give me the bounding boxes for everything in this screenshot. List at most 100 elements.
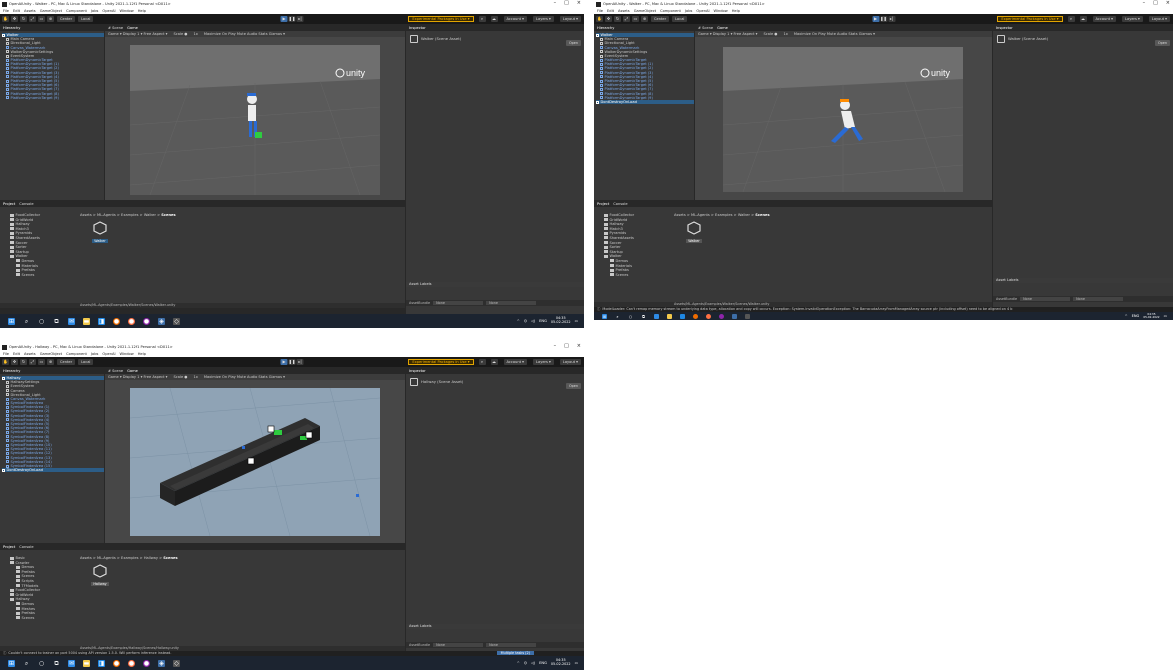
start-icon[interactable]: ⊞ [8,659,15,667]
transform-tool-icon[interactable]: ⊕ [47,359,54,365]
minimize-button[interactable]: – [554,343,557,349]
hand-tool-icon[interactable]: ✋ [596,16,603,22]
tab-project[interactable]: Project [597,202,609,206]
network-icon[interactable]: ⌬ [524,661,527,665]
game-view-options[interactable]: Maximize On Play Mute Audio Stats Gizmos… [794,32,875,36]
start-icon[interactable]: ⊞ [8,317,15,325]
taskview-icon[interactable]: ⧉ [53,660,60,667]
rect-tool-icon[interactable]: ▭ [38,16,45,22]
app-icon[interactable]: ◨ [98,317,105,325]
display-dropdown[interactable]: Game ▾ Display 1 ▾ Free Aspect ▾ [698,32,757,36]
project-folder[interactable]: Scenes [2,273,60,278]
asset-bundle-variant-dropdown[interactable]: None [1073,296,1124,302]
clock[interactable]: 04:35 05-02-2022 [551,659,571,666]
search-icon[interactable]: ⌕ [1067,16,1075,22]
tab-hierarchy[interactable]: Hierarchy [597,26,614,30]
account-dropdown[interactable]: Account ▾ [503,359,527,365]
search-icon[interactable]: ⌕ [23,318,30,325]
menu-edit[interactable]: Edit [607,9,614,13]
notification-icon[interactable]: ▭ [1164,314,1167,318]
unity-editor-icon[interactable]: ◇ [173,659,180,667]
hierarchy-item[interactable]: DontDestroyOnLoad [2,468,104,473]
menu-help[interactable]: Help [732,9,740,13]
project-folder[interactable]: Scenes [596,273,654,278]
search-icon[interactable]: ⌕ [23,660,30,667]
asset-bundle-variant-dropdown[interactable]: None [486,642,537,648]
minimize-button[interactable]: – [554,0,557,6]
pause-icon[interactable]: ❚❚ [288,16,296,22]
taskview-icon[interactable]: ⧉ [641,314,646,319]
asset-bundle-dropdown[interactable]: None [433,642,484,648]
close-button[interactable]: × [577,343,581,349]
scale-slider[interactable]: Scale ● [763,32,777,36]
collab-icon[interactable]: ☁ [1079,16,1087,22]
rotate-tool-icon[interactable]: ↻ [20,359,27,365]
layers-dropdown[interactable]: Layers ▾ [532,16,554,22]
scale-slider[interactable]: Scale ● [173,375,187,379]
asset-bundle-variant-dropdown[interactable]: None [486,300,537,306]
scale-tool-icon[interactable]: ⤢ [29,16,36,22]
menu-assets[interactable]: Assets [24,9,36,13]
display-dropdown[interactable]: Game ▾ Display 1 ▾ Free Aspect ▾ [108,32,167,36]
scale-tool-icon[interactable]: ⤢ [623,16,630,22]
menu-component[interactable]: Component [66,9,87,13]
game-view-options[interactable]: Maximize On Play Mute Audio Stats Gizmos… [204,375,285,379]
open-button[interactable]: Open [565,383,581,390]
close-button[interactable]: × [577,0,581,6]
unity-hub-icon[interactable] [732,313,737,319]
mail-icon[interactable]: ✉ [68,659,75,667]
rect-tool-icon[interactable]: ▭ [632,16,639,22]
hand-tool-icon[interactable]: ✋ [2,16,9,22]
unity-hub-icon[interactable]: ◈ [158,659,165,667]
window-titlebar[interactable]: OpenAIUnity - Walker - PC, Mac & Linux S… [594,0,1173,8]
cortana-icon[interactable]: ○ [38,660,45,667]
rotate-tool-icon[interactable]: ↻ [20,16,27,22]
scale-tool-icon[interactable]: ⤢ [29,359,36,365]
firefox-icon[interactable]: ● [128,317,135,325]
browser-icon[interactable] [719,313,724,319]
tab-project[interactable]: Project [3,545,15,549]
browser-icon[interactable]: ● [143,317,150,325]
pivot-center-toggle[interactable]: Center [57,359,76,365]
menu-edit[interactable]: Edit [13,9,20,13]
asset-bundle-dropdown[interactable]: None [1020,296,1071,302]
menu-gameobject[interactable]: GameObject [40,352,62,356]
transform-tool-icon[interactable]: ⊕ [47,16,54,22]
menu-help[interactable]: Help [138,9,146,13]
collab-icon[interactable]: ☁ [490,16,498,22]
hand-tool-icon[interactable]: ✋ [2,359,9,365]
chevron-up-icon[interactable]: ^ [517,319,520,323]
menu-edit[interactable]: Edit [13,352,20,356]
app-icon[interactable] [680,313,685,319]
window-titlebar[interactable]: OpenAIUnity - Walker - PC, Mac & Linux S… [0,0,584,8]
tray-lang[interactable]: ENG [539,319,547,323]
move-tool-icon[interactable]: ✥ [11,16,18,22]
menu-file[interactable]: File [3,9,9,13]
transform-tool-icon[interactable]: ⊕ [641,16,648,22]
pivot-local-toggle[interactable]: Local [78,359,94,365]
search-icon[interactable]: ⌕ [615,314,620,319]
clock[interactable]: 04:35 05-02-2022 [1143,312,1159,319]
play-icon[interactable]: ▶ [872,16,879,22]
mail-icon[interactable] [654,313,659,319]
tab-project[interactable]: Project [3,202,15,206]
multiple-tasks-progress[interactable]: Multiple tasks (2) [496,651,534,655]
search-icon[interactable]: ⌕ [478,16,486,22]
cortana-icon[interactable]: ○ [628,314,633,319]
window-titlebar[interactable]: OpenAIUnity - Hallway - PC, Mac & Linux … [0,343,584,351]
step-icon[interactable]: ▸| [888,16,895,22]
pause-icon[interactable]: ❚❚ [880,16,887,22]
tab-game[interactable]: Game [127,369,138,373]
play-icon[interactable]: ▶ [280,359,288,365]
tab-hierarchy[interactable]: Hierarchy [3,26,20,30]
unity-editor-icon[interactable]: ◇ [173,317,180,325]
scene-asset-tile[interactable]: Walker [88,221,112,244]
layout-dropdown[interactable]: Layout ▾ [1148,16,1170,22]
menu-gameobject[interactable]: GameObject [40,9,62,13]
firefox-icon[interactable] [706,313,711,319]
minimize-button[interactable]: – [1143,0,1146,6]
chrome-icon[interactable]: ● [113,659,120,667]
scene-asset-tile[interactable]: Hallway [88,564,112,587]
menu-assets[interactable]: Assets [618,9,630,13]
menu-file[interactable]: File [3,352,9,356]
